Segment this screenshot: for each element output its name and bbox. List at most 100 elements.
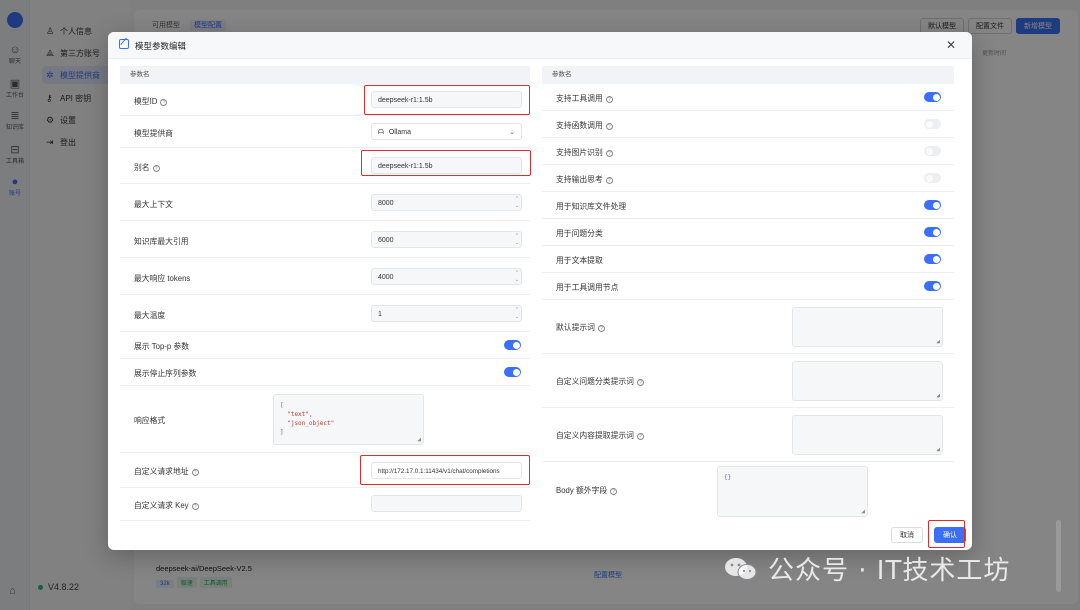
- body-extra-textarea[interactable]: {} ◢: [717, 466, 868, 517]
- param-row-extract: 用于文本提取: [542, 246, 954, 273]
- param-label: Body 额外字段: [556, 486, 608, 495]
- param-row-cq-prompt: 自定义问题分类提示词? ◢: [542, 354, 954, 408]
- question-classify-toggle[interactable]: [924, 227, 941, 237]
- resize-handle[interactable]: ◢: [861, 508, 865, 515]
- column-header: 参数名: [542, 66, 954, 84]
- show-stop-seq-toggle[interactable]: [504, 367, 521, 377]
- param-label: 自定义内容提取提示词: [556, 431, 634, 440]
- param-row-dataset-process: 用于知识库文件处理: [542, 192, 954, 219]
- response-format-textarea[interactable]: [ "text", "json_object" ] ◢: [273, 394, 424, 445]
- code-line: ]: [280, 429, 284, 436]
- param-label: 模型ID: [134, 97, 158, 106]
- column-header: 参数名: [120, 66, 530, 84]
- param-row-model-id: 模型ID? deepseek-r1:1.5b: [120, 84, 530, 116]
- right-params-column: 参数名 支持工具调用? 支持函数调用? 支持图片识别? 支持输出思考? 用于知识…: [542, 66, 954, 522]
- dataset-process-toggle[interactable]: [924, 200, 941, 210]
- param-row-show-top-p: 展示 Top-p 参数: [120, 332, 530, 359]
- param-row-max-temp: 最大温度 1 ⌃ ⌄: [120, 295, 530, 332]
- page-scrollbar[interactable]: [1056, 520, 1061, 592]
- watermark-text: 公众号 · IT技术工坊: [768, 556, 1011, 586]
- param-row-function-call: 支持函数调用?: [542, 111, 954, 138]
- cancel-button[interactable]: 取消: [891, 527, 923, 543]
- param-row-kb-max-quote: 知识库最大引用 6000 ⌃ ⌄: [120, 221, 530, 258]
- max-context-input[interactable]: 8000 ⌃ ⌄: [371, 194, 522, 211]
- stepper-icon[interactable]: ⌃ ⌄: [515, 233, 519, 247]
- help-icon[interactable]: ?: [605, 123, 613, 130]
- confirm-button[interactable]: 确认: [934, 527, 966, 543]
- param-label: 最大温度: [134, 311, 166, 320]
- kb-max-quote-input[interactable]: 6000 ⌃ ⌄: [371, 231, 522, 248]
- param-row-max-tokens: 最大响应 tokens 4000 ⌃ ⌄: [120, 258, 530, 295]
- default-prompt-textarea[interactable]: ◢: [792, 307, 943, 347]
- param-label: 最大响应 tokens: [134, 274, 191, 283]
- param-label: 自定义问题分类提示词: [556, 377, 634, 386]
- show-top-p-toggle[interactable]: [504, 340, 521, 350]
- resize-handle[interactable]: ◢: [417, 436, 421, 443]
- left-params-column: 参数名 模型ID? deepseek-r1:1.5b 模型提供商 ᗩ Ollama…: [120, 66, 531, 521]
- param-label: 支持图片识别: [556, 148, 603, 157]
- model-edit-dialog: 模型参数编辑 ✕ 参数名 模型ID? deepseek-r1:1.5b 模型提供…: [108, 32, 972, 550]
- provider-select[interactable]: ᗩ Ollama ⌄: [371, 123, 522, 140]
- help-icon[interactable]: ?: [191, 503, 199, 510]
- param-label: 自定义请求 Key: [134, 501, 189, 510]
- param-label: 默认提示词: [556, 323, 595, 332]
- help-icon[interactable]: ?: [597, 325, 605, 332]
- param-row-response-format: 响应格式 [ "text", "json_object" ] ◢: [120, 386, 530, 453]
- param-row-body-extra: Body 额外字段? {} ◢: [542, 462, 954, 522]
- help-icon[interactable]: ?: [605, 177, 613, 184]
- code-line: "text",: [280, 411, 313, 418]
- param-row-reasoning: 支持输出思考?: [542, 165, 954, 192]
- resize-handle[interactable]: ◢: [936, 338, 940, 345]
- cq-prompt-textarea[interactable]: ◢: [792, 361, 943, 401]
- model-id-input[interactable]: deepseek-r1:1.5b: [371, 91, 522, 108]
- vision-toggle[interactable]: [924, 146, 941, 156]
- extract-toggle[interactable]: [924, 254, 941, 264]
- param-label: 模型提供商: [134, 129, 173, 138]
- param-row-vision: 支持图片识别?: [542, 138, 954, 165]
- param-label: 别名: [134, 163, 150, 172]
- dialog-title: 模型参数编辑: [135, 41, 187, 51]
- param-row-custom-key: 自定义请求 Key?: [120, 488, 530, 521]
- extract-prompt-textarea[interactable]: ◢: [792, 415, 943, 455]
- param-label: 支持输出思考: [556, 175, 603, 184]
- alias-input[interactable]: deepseek-r1:1.5b: [371, 157, 522, 174]
- tool-choice-toggle[interactable]: [924, 92, 941, 102]
- max-tokens-input[interactable]: 4000 ⌃ ⌄: [371, 268, 522, 285]
- stepper-icon[interactable]: ⌃ ⌄: [515, 307, 519, 321]
- param-label: 用于知识库文件处理: [556, 202, 627, 211]
- resize-handle[interactable]: ◢: [936, 392, 940, 399]
- close-icon[interactable]: ✕: [946, 38, 956, 52]
- param-row-show-stop-seq: 展示停止序列参数: [120, 359, 530, 386]
- param-label: 最大上下文: [134, 200, 173, 209]
- help-icon[interactable]: ?: [636, 379, 644, 386]
- custom-key-input[interactable]: [371, 495, 522, 512]
- help-icon[interactable]: ?: [605, 150, 613, 157]
- wechat-logo-icon: [725, 558, 757, 580]
- help-icon[interactable]: ?: [605, 96, 613, 103]
- param-label: 支持工具调用: [556, 94, 603, 103]
- stepper-icon[interactable]: ⌃ ⌄: [515, 196, 519, 210]
- param-row-alias: 别名? deepseek-r1:1.5b: [120, 148, 531, 184]
- param-label: 用于文本提取: [556, 256, 603, 265]
- help-icon[interactable]: ?: [191, 469, 199, 476]
- custom-url-input[interactable]: http://172.17.0.1:11434/v1/chat/completi…: [371, 462, 522, 479]
- max-temp-input[interactable]: 1 ⌃ ⌄: [371, 305, 522, 322]
- param-label: 用于工具调用节点: [556, 283, 619, 292]
- help-icon[interactable]: ?: [160, 99, 168, 106]
- help-icon[interactable]: ?: [152, 165, 160, 172]
- param-row-question-classify: 用于问题分类: [542, 219, 954, 246]
- help-icon[interactable]: ?: [636, 433, 644, 440]
- edit-icon: [119, 39, 129, 49]
- tool-node-toggle[interactable]: [924, 281, 941, 291]
- code-line: "json_object": [280, 420, 335, 427]
- reasoning-toggle[interactable]: [924, 173, 941, 183]
- help-icon[interactable]: ?: [610, 488, 618, 495]
- resize-handle[interactable]: ◢: [936, 446, 940, 453]
- param-label: 展示 Top-p 参数: [134, 342, 190, 351]
- function-call-toggle[interactable]: [924, 119, 941, 129]
- param-row-tool-node: 用于工具调用节点: [542, 273, 954, 300]
- param-label: 知识库最大引用: [134, 237, 189, 246]
- param-label: 支持函数调用: [556, 121, 603, 130]
- stepper-icon[interactable]: ⌃ ⌄: [515, 270, 519, 284]
- param-row-custom-url: 自定义请求地址? http://172.17.0.1:11434/v1/chat…: [120, 453, 530, 488]
